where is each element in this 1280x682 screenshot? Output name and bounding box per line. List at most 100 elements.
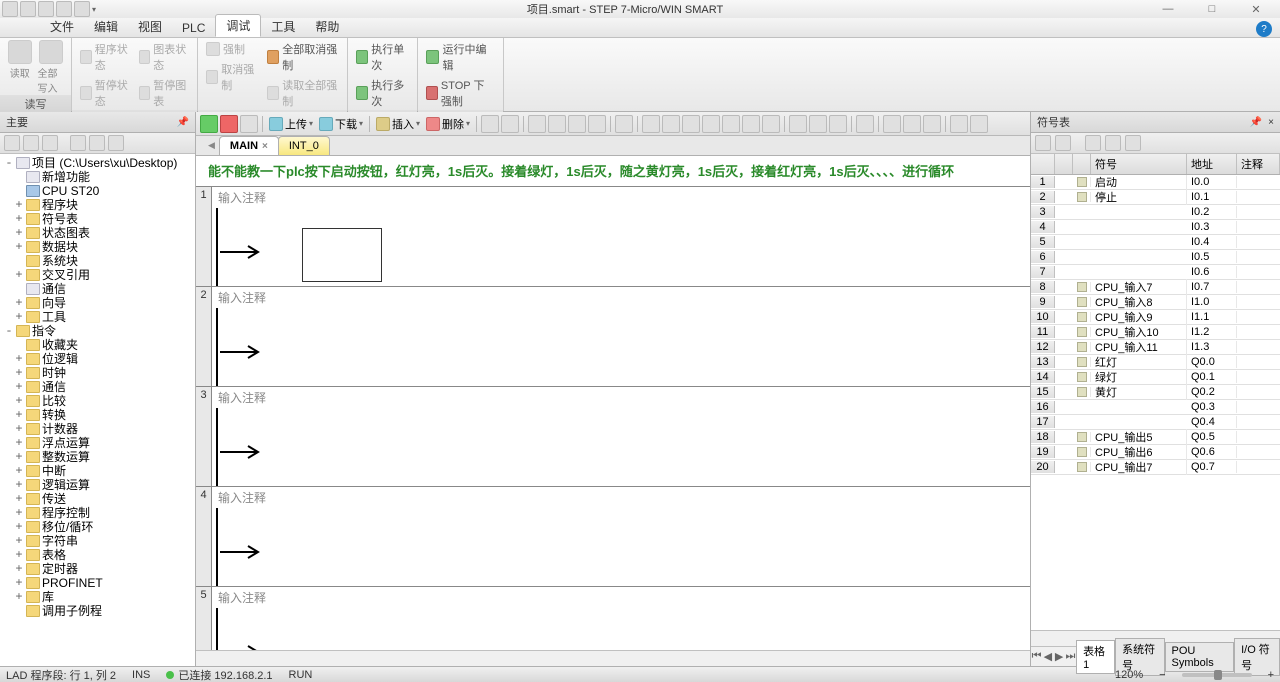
tb-n[interactable] (762, 115, 780, 133)
tb-k[interactable] (702, 115, 720, 133)
run-icon[interactable] (200, 115, 218, 133)
tree-node[interactable]: +整数运算 (0, 450, 195, 464)
tree-tb-1[interactable] (4, 135, 20, 151)
stop-force-button[interactable]: STOP 下强制 (424, 76, 497, 110)
tree-node[interactable]: +计数器 (0, 422, 195, 436)
tb-g[interactable] (615, 115, 633, 133)
tab-int0[interactable]: INT_0 (278, 136, 330, 155)
tree-node[interactable]: +程序控制 (0, 506, 195, 520)
tree-node[interactable]: +工具 (0, 310, 195, 324)
sym-tb-1[interactable] (1035, 135, 1051, 151)
read-button[interactable]: 读取 (6, 40, 34, 80)
tree-node[interactable]: +逻辑运算 (0, 478, 195, 492)
tree-node[interactable]: +传送 (0, 492, 195, 506)
tb-c[interactable] (528, 115, 546, 133)
delete-button[interactable]: 删除▾ (424, 116, 472, 132)
tab-debug[interactable]: 调试 (215, 14, 261, 37)
symbol-row[interactable]: 9CPU_输入8I1.0 (1031, 295, 1280, 310)
project-tree[interactable]: -项目 (C:\Users\xu\Desktop) 新增功能 CPU ST20+… (0, 154, 195, 666)
tree-node[interactable]: +浮点运算 (0, 436, 195, 450)
tab-edit[interactable]: 编辑 (84, 16, 128, 37)
print-icon[interactable] (74, 1, 90, 17)
insert-button[interactable]: 插入▾ (374, 116, 422, 132)
tb-a[interactable] (481, 115, 499, 133)
tree-tb-6[interactable] (108, 135, 124, 151)
tab-plc[interactable]: PLC (172, 19, 215, 37)
symbol-row[interactable]: 3I0.2 (1031, 205, 1280, 220)
network[interactable]: 4输入注释 (196, 486, 1030, 586)
tb-w[interactable] (970, 115, 988, 133)
symbol-row[interactable]: 19CPU_输出6Q0.6 (1031, 445, 1280, 460)
sym-tab-3[interactable]: POU Symbols (1165, 642, 1235, 672)
tree-tb-3[interactable] (42, 135, 58, 151)
pause-chart-button[interactable]: 暂停图表 (137, 76, 192, 110)
tb-s[interactable] (883, 115, 901, 133)
tb-j[interactable] (682, 115, 700, 133)
editor-hscroll[interactable] (196, 650, 1030, 666)
tab-view[interactable]: 视图 (128, 16, 172, 37)
tree-node[interactable]: +符号表 (0, 212, 195, 226)
tree-node[interactable]: +向导 (0, 296, 195, 310)
download-button[interactable]: 下载▾ (317, 116, 365, 132)
tb-u[interactable] (923, 115, 941, 133)
tb-p[interactable] (809, 115, 827, 133)
tree-node[interactable]: +库 (0, 590, 195, 604)
maximize-button[interactable]: □ (1198, 2, 1226, 16)
tb-i[interactable] (662, 115, 680, 133)
tb-r[interactable] (856, 115, 874, 133)
symbol-row[interactable]: 18CPU_输出5Q0.5 (1031, 430, 1280, 445)
tab-tools[interactable]: 工具 (261, 16, 305, 37)
zoom-out-icon[interactable]: − (1159, 669, 1165, 681)
symbol-row[interactable]: 16Q0.3 (1031, 400, 1280, 415)
symbol-row[interactable]: 12CPU_输入11I1.3 (1031, 340, 1280, 355)
tree-node[interactable]: +数据块 (0, 240, 195, 254)
first-icon[interactable]: ⏮ (1031, 650, 1042, 663)
unforce-all-button[interactable]: 全部取消强制 (265, 40, 341, 74)
tb-f[interactable] (588, 115, 606, 133)
tree-node[interactable]: +PROFINET (0, 576, 195, 590)
symbol-row[interactable]: 7I0.6 (1031, 265, 1280, 280)
symbol-row[interactable]: 13红灯Q0.0 (1031, 355, 1280, 370)
tree-node[interactable]: 系统块 (0, 254, 195, 268)
pane-pin-icon[interactable]: 📌 (1250, 117, 1262, 128)
save-icon[interactable] (56, 1, 72, 17)
symbol-row[interactable]: 2停止I0.1 (1031, 190, 1280, 205)
tree-node[interactable]: 新增功能 (0, 170, 195, 184)
next-icon[interactable]: ▶ (1054, 650, 1065, 663)
tree-node[interactable]: +通信 (0, 380, 195, 394)
tree-node[interactable]: +程序块 (0, 198, 195, 212)
tree-node[interactable]: +表格 (0, 548, 195, 562)
sym-tab-1[interactable]: 表格 1 (1076, 640, 1115, 674)
tb-d[interactable] (548, 115, 566, 133)
symbol-row[interactable]: 11CPU_输入10I1.2 (1031, 325, 1280, 340)
tree-node[interactable]: +交叉引用 (0, 268, 195, 282)
tb-e[interactable] (568, 115, 586, 133)
upload-button[interactable]: 上传▾ (267, 116, 315, 132)
pause-status-button[interactable]: 暂停状态 (78, 76, 133, 110)
pane-pin-icon[interactable]: 📌 (177, 117, 189, 128)
symbol-table[interactable]: 1启动I0.02停止I0.13I0.24I0.35I0.46I0.57I0.68… (1031, 175, 1280, 630)
sym-tb-2[interactable] (1055, 135, 1071, 151)
ladder-editor[interactable]: 能不能教一下plc按下启动按钮，红灯亮，1s后灭。接着绿灯，1s后灭，随之黄灯亮… (196, 156, 1030, 650)
tree-node[interactable]: 通信 (0, 282, 195, 296)
symbol-row[interactable]: 20CPU_输出7Q0.7 (1031, 460, 1280, 475)
symbol-row[interactable]: 8CPU_输入7I0.7 (1031, 280, 1280, 295)
network[interactable]: 3输入注释 (196, 386, 1030, 486)
symbol-row[interactable]: 14绿灯Q0.1 (1031, 370, 1280, 385)
network[interactable]: 5输入注释 (196, 586, 1030, 650)
symbol-row[interactable]: 6I0.5 (1031, 250, 1280, 265)
tree-node[interactable]: +比较 (0, 394, 195, 408)
edit-in-run-button[interactable]: 运行中编辑 (424, 40, 497, 74)
tb-o[interactable] (789, 115, 807, 133)
tree-node[interactable]: +状态图表 (0, 226, 195, 240)
zoom-in-icon[interactable]: + (1268, 669, 1274, 681)
close-icon[interactable]: × (262, 141, 268, 152)
network[interactable]: 2输入注释 (196, 286, 1030, 386)
chart-status-button[interactable]: 图表状态 (137, 40, 192, 74)
tree-node[interactable]: -项目 (C:\Users\xu\Desktop) (0, 156, 195, 170)
symbol-row[interactable]: 5I0.4 (1031, 235, 1280, 250)
minimize-button[interactable]: — (1154, 2, 1182, 16)
sym-tb-5[interactable] (1125, 135, 1141, 151)
symbol-row[interactable]: 10CPU_输入9I1.1 (1031, 310, 1280, 325)
pane-close-icon[interactable]: × (1268, 117, 1274, 128)
